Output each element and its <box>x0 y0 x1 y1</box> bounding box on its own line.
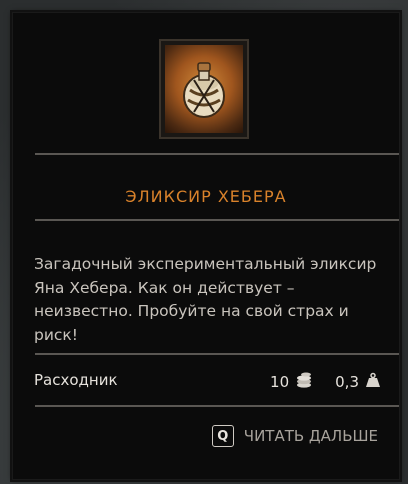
divider-top <box>35 153 399 155</box>
item-price: 10 <box>270 373 290 391</box>
divider-title <box>35 219 399 221</box>
divider-bottom <box>35 405 399 407</box>
read-more-action[interactable]: Q ЧИТАТЬ ДАЛЬШЕ <box>211 423 378 449</box>
item-type: Расходник <box>34 371 118 389</box>
potion-flask-icon <box>165 45 243 133</box>
read-more-label[interactable]: ЧИТАТЬ ДАЛЬШЕ <box>244 427 378 445</box>
item-stats: Расходник 10 0,3 <box>34 371 381 393</box>
coins-icon <box>295 371 313 393</box>
weight-icon <box>365 372 381 392</box>
item-icon-frame <box>159 39 249 139</box>
item-values: 10 0,3 <box>270 371 381 393</box>
item-title: ЭЛИКСИР ХЕБЕРА <box>125 187 287 206</box>
divider-stats <box>35 353 399 355</box>
item-weight: 0,3 <box>335 373 359 391</box>
item-tooltip-panel: ЭЛИКСИР ХЕБЕРА Загадочный эксперименталь… <box>12 12 400 480</box>
item-description: Загадочный экспериментальный эликсир Яна… <box>34 255 377 344</box>
key-q-hint: Q <box>211 425 234 447</box>
